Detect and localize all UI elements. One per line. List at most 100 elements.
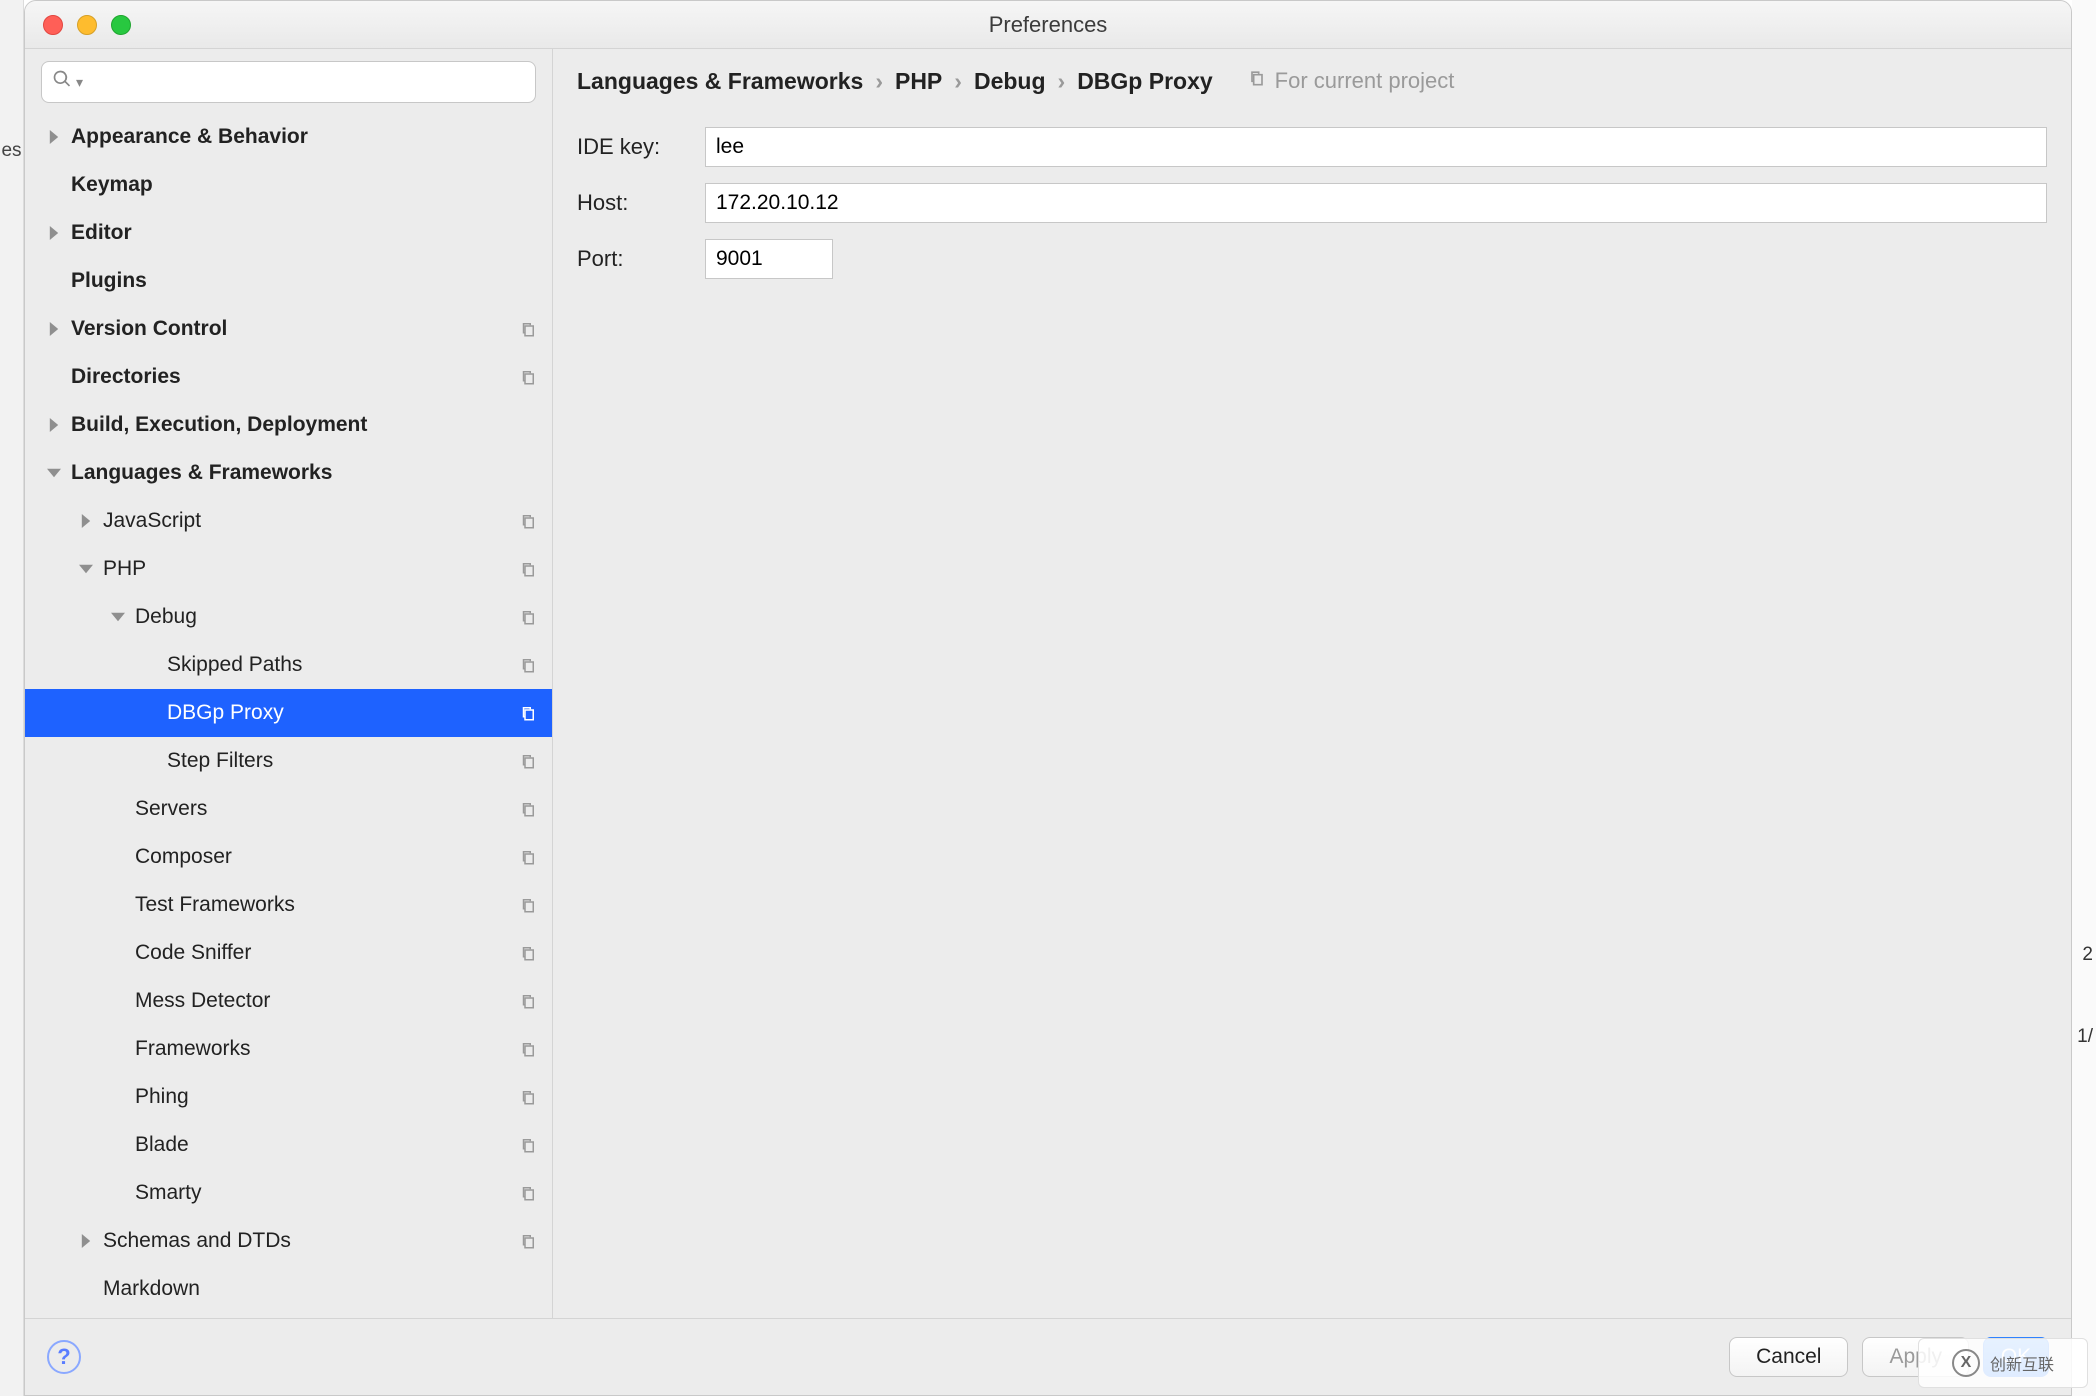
- project-scope-icon: [516, 509, 540, 533]
- search-icon: [52, 69, 72, 95]
- window-title: Preferences: [25, 12, 2071, 38]
- breadcrumb-part: DBGp Proxy: [1077, 68, 1212, 95]
- sidebar-item-composer[interactable]: Composer: [25, 833, 552, 881]
- ide-key-input[interactable]: [705, 127, 2047, 167]
- scope-note: For current project: [1247, 68, 1455, 94]
- chevron-right-icon[interactable]: [43, 322, 65, 336]
- sidebar-item-label: DBGp Proxy: [167, 701, 516, 725]
- breadcrumb-sep: ›: [1058, 68, 1066, 95]
- copy-icon: [1247, 68, 1267, 94]
- watermark: X 创新互联: [1918, 1338, 2088, 1388]
- sidebar-item-servers[interactable]: Servers: [25, 785, 552, 833]
- sidebar-item-label: PHP: [103, 557, 516, 581]
- sidebar-item-phing[interactable]: Phing: [25, 1073, 552, 1121]
- sidebar-item-mess-detector[interactable]: Mess Detector: [25, 977, 552, 1025]
- titlebar: Preferences: [25, 1, 2071, 49]
- project-scope-icon: [516, 845, 540, 869]
- chevron-down-icon[interactable]: [75, 562, 97, 576]
- sidebar-item-skipped-paths[interactable]: Skipped Paths: [25, 641, 552, 689]
- search-input[interactable]: [87, 71, 525, 94]
- sidebar-item-languages-frameworks[interactable]: Languages & Frameworks: [25, 449, 552, 497]
- project-scope-icon: [516, 365, 540, 389]
- project-scope-icon: [516, 1037, 540, 1061]
- sidebar-item-label: Skipped Paths: [167, 653, 516, 677]
- project-scope-icon: [516, 557, 540, 581]
- sidebar-item-test-frameworks[interactable]: Test Frameworks: [25, 881, 552, 929]
- sidebar-item-label: Appearance & Behavior: [71, 125, 540, 149]
- sidebar-item-label: Schemas and DTDs: [103, 1229, 516, 1253]
- project-scope-icon: [516, 1181, 540, 1205]
- project-scope-icon: [516, 605, 540, 629]
- sidebar-item-label: Frameworks: [135, 1037, 516, 1061]
- sidebar-item-label: Phing: [135, 1085, 516, 1109]
- sidebar-item-label: Code Sniffer: [135, 941, 516, 965]
- background-left-strip: es: [0, 0, 24, 1396]
- project-scope-icon: [516, 989, 540, 1013]
- sidebar-item-debug[interactable]: Debug: [25, 593, 552, 641]
- sidebar-item-appearance-behavior[interactable]: Appearance & Behavior: [25, 113, 552, 161]
- cancel-button[interactable]: Cancel: [1729, 1337, 1848, 1377]
- project-scope-icon: [516, 893, 540, 917]
- dropdown-caret-icon: ▾: [76, 74, 83, 91]
- sidebar-item-label: JavaScript: [103, 509, 516, 533]
- breadcrumb-part[interactable]: Languages & Frameworks: [577, 68, 863, 95]
- sidebar-item-markdown[interactable]: Markdown: [25, 1265, 552, 1313]
- project-scope-icon: [516, 749, 540, 773]
- watermark-logo-icon: X: [1952, 1349, 1980, 1377]
- sidebar-item-frameworks[interactable]: Frameworks: [25, 1025, 552, 1073]
- sidebar-item-editor[interactable]: Editor: [25, 209, 552, 257]
- sidebar-item-label: Version Control: [71, 317, 516, 341]
- content-pane: Languages & Frameworks › PHP › Debug › D…: [553, 49, 2071, 1318]
- sidebar-item-smarty[interactable]: Smarty: [25, 1169, 552, 1217]
- settings-tree[interactable]: Appearance & Behavior Keymap Editor Plugins…: [25, 113, 552, 1318]
- sidebar-item-label: Markdown: [103, 1277, 540, 1301]
- footer: ? Cancel Apply OK: [25, 1319, 2071, 1395]
- sidebar-item-label: Test Frameworks: [135, 893, 516, 917]
- preferences-dialog: Preferences ▾ Appearance & Behavior Keyma…: [24, 0, 2072, 1396]
- chevron-right-icon[interactable]: [43, 418, 65, 432]
- chevron-down-icon[interactable]: [107, 610, 129, 624]
- sidebar-item-php[interactable]: PHP: [25, 545, 552, 593]
- sidebar-item-blade[interactable]: Blade: [25, 1121, 552, 1169]
- chevron-right-icon[interactable]: [43, 130, 65, 144]
- sidebar-item-directories[interactable]: Directories: [25, 353, 552, 401]
- sidebar-item-version-control[interactable]: Version Control: [25, 305, 552, 353]
- port-label: Port:: [577, 246, 689, 272]
- sidebar-item-label: Keymap: [71, 173, 540, 197]
- sidebar-item-schemas-and-dtds[interactable]: Schemas and DTDs: [25, 1217, 552, 1265]
- sidebar-item-label: Composer: [135, 845, 516, 869]
- chevron-right-icon[interactable]: [75, 1234, 97, 1248]
- help-button[interactable]: ?: [47, 1340, 81, 1374]
- breadcrumb-sep: ›: [954, 68, 962, 95]
- project-scope-icon: [516, 1133, 540, 1157]
- sidebar-item-code-sniffer[interactable]: Code Sniffer: [25, 929, 552, 977]
- breadcrumb: Languages & Frameworks › PHP › Debug › D…: [553, 49, 2071, 113]
- sidebar-item-label: Debug: [135, 605, 516, 629]
- sidebar-item-keymap[interactable]: Keymap: [25, 161, 552, 209]
- host-input[interactable]: [705, 183, 2047, 223]
- port-input[interactable]: [705, 239, 833, 279]
- sidebar-item-label: Mess Detector: [135, 989, 516, 1013]
- project-scope-icon: [516, 797, 540, 821]
- project-scope-icon: [516, 1085, 540, 1109]
- sidebar-item-step-filters[interactable]: Step Filters: [25, 737, 552, 785]
- project-scope-icon: [516, 653, 540, 677]
- background-right-strip: 2 1/: [2072, 0, 2096, 1396]
- sidebar-item-plugins[interactable]: Plugins: [25, 257, 552, 305]
- chevron-down-icon[interactable]: [43, 466, 65, 480]
- breadcrumb-part[interactable]: Debug: [974, 68, 1046, 95]
- sidebar-item-javascript[interactable]: JavaScript: [25, 497, 552, 545]
- chevron-right-icon[interactable]: [43, 226, 65, 240]
- breadcrumb-part[interactable]: PHP: [895, 68, 942, 95]
- breadcrumb-sep: ›: [875, 68, 883, 95]
- watermark-text: 创新互联: [1990, 1351, 2054, 1375]
- sidebar-item-build-execution-deployment[interactable]: Build, Execution, Deployment: [25, 401, 552, 449]
- sidebar-item-dbgp-proxy[interactable]: DBGp Proxy: [25, 689, 552, 737]
- dbgp-proxy-form: IDE key: Host: Port:: [553, 113, 2071, 293]
- sidebar-item-label: Blade: [135, 1133, 516, 1157]
- chevron-right-icon[interactable]: [75, 514, 97, 528]
- search-field[interactable]: ▾: [41, 61, 536, 103]
- sidebar-item-label: Plugins: [71, 269, 540, 293]
- sidebar-item-label: Build, Execution, Deployment: [71, 413, 540, 437]
- project-scope-icon: [516, 941, 540, 965]
